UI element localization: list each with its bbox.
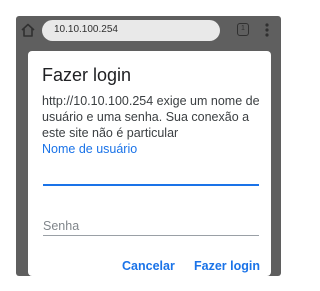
username-field[interactable]	[43, 167, 259, 186]
login-button[interactable]: Fazer login	[194, 259, 260, 273]
home-icon[interactable]	[20, 22, 36, 38]
dialog-message: http://10.10.100.254 exige um nome de us…	[42, 94, 260, 140]
tab-switcher-icon[interactable]: 1	[237, 23, 249, 36]
screenshot-frame: 10.10.100.254 1 Fazer login http://10.10…	[0, 0, 297, 291]
address-bar-url: 10.10.100.254	[54, 24, 118, 35]
more-vert-icon[interactable]	[263, 21, 271, 39]
address-bar[interactable]: 10.10.100.254	[42, 20, 220, 41]
username-label: Nome de usuário	[42, 142, 138, 156]
dialog-title: Fazer login	[42, 65, 132, 85]
browser-toolbar: 10.10.100.254 1	[16, 16, 281, 46]
password-field[interactable]	[43, 217, 259, 236]
cancel-button[interactable]: Cancelar	[122, 259, 175, 273]
login-dialog: Fazer login http://10.10.100.254 exige u…	[28, 51, 271, 276]
